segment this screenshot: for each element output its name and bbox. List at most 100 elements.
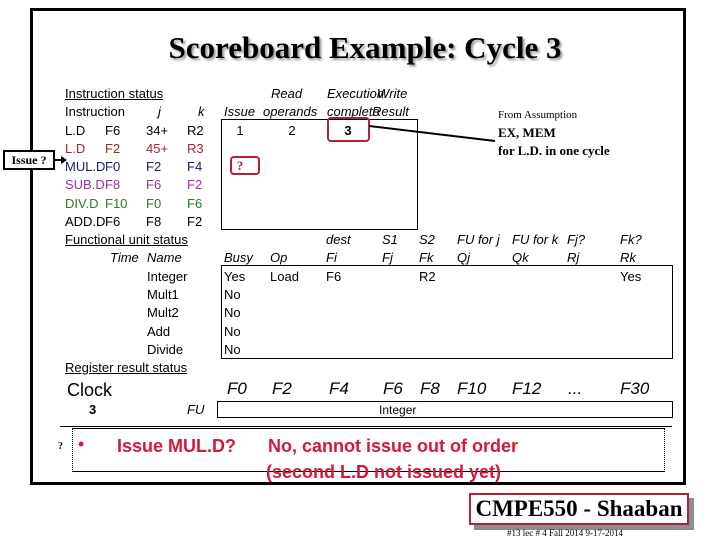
fu-status-heading: Functional unit status — [65, 232, 188, 247]
header-read-2: operands — [263, 104, 318, 119]
fu-header-busy: Busy — [224, 250, 253, 265]
instr-cell-j: 45+ — [146, 141, 169, 156]
instr-cell-op: L.D — [65, 123, 86, 138]
register-header: F12 — [512, 379, 542, 398]
fu-header-rk: Rk — [620, 250, 636, 265]
instr-cell-k: F6 — [187, 196, 203, 211]
register-header: F4 — [329, 379, 349, 398]
fu-header-fk-q: Fk? — [620, 232, 642, 247]
fu-header-fu-for-k: FU for k — [512, 232, 559, 247]
connector-line — [369, 125, 496, 142]
header-read-1: Read — [271, 86, 303, 101]
header-k: k — [198, 104, 205, 119]
instr-cell-j: 34+ — [146, 123, 169, 138]
instr-cell-dest: F6 — [105, 123, 121, 138]
instr-cell-j: F2 — [146, 159, 162, 174]
instr-cell-op: DIV.D — [65, 196, 99, 211]
instr-cell-dest: F0 — [105, 159, 121, 174]
fu-cell-busy: Yes — [224, 269, 246, 284]
header-write-2: Result — [372, 104, 409, 119]
instr-cell-dest: F6 — [105, 214, 121, 229]
header-issue: Issue — [224, 104, 256, 119]
instr-cell-j: F0 — [146, 196, 162, 211]
annotation-line-3: for L.D. in one cycle — [498, 143, 610, 158]
header-write-1: Write — [377, 86, 408, 101]
instr-cell-dest: F2 — [105, 141, 121, 156]
fu-cell-fi: F6 — [326, 269, 342, 284]
bullet-answer-line-2: (second L.D not issued yet) — [266, 462, 502, 482]
header-instruction: Instruction — [65, 104, 125, 119]
instr-cell-op: ADD.D — [65, 214, 106, 229]
course-badge: CMPE550 - Shaaban — [469, 493, 689, 525]
fu-cell-fk: R2 — [419, 269, 436, 284]
annotation-line-1: From Assumption — [498, 109, 578, 121]
instr-cell-issue: 1 — [236, 123, 244, 138]
register-header: F0 — [227, 379, 247, 398]
highlight-exec-complete — [327, 117, 370, 142]
fu-header-qj: Qj — [457, 250, 470, 265]
fu-cell-busy: No — [224, 342, 241, 357]
header-exec-1: Execution — [327, 86, 385, 101]
fu-cell-rk: Yes — [620, 269, 642, 284]
fu-cell-name: Integer — [147, 269, 188, 284]
instr-cell-op: MUL.D — [65, 159, 106, 174]
instr-cell-op: SUB.D — [65, 177, 105, 192]
clock-value: 3 — [89, 402, 97, 417]
bullet-dot-icon: • — [78, 434, 85, 454]
fu-cell-name: Divide — [147, 342, 184, 357]
register-status-heading: Register result status — [65, 360, 188, 375]
fu-row-label: FU — [187, 402, 205, 417]
instr-cell-k: R3 — [187, 141, 204, 156]
instr-cell-k: F2 — [187, 214, 203, 229]
register-value: Integer — [379, 403, 417, 417]
fu-header-fi: Fi — [326, 250, 337, 265]
register-fu-box — [217, 401, 673, 418]
register-header: F8 — [420, 379, 440, 398]
fu-header-fu-for-j: FU for j — [457, 232, 500, 247]
header-j: j — [158, 104, 161, 119]
bullet-marker-label: ? — [58, 441, 63, 452]
fu-header-fk: Fk — [419, 250, 434, 265]
instr-cell-dest: F10 — [105, 196, 128, 211]
fu-cell-op: Load — [270, 269, 299, 284]
fu-header-op: Op — [270, 250, 288, 265]
fu-cell-busy: No — [224, 287, 241, 302]
fu-header-s1: S1 — [382, 232, 398, 247]
issue-callout: Issue ? — [3, 150, 55, 170]
instr-cell-k: F2 — [187, 177, 203, 192]
fu-cell-name: Mult1 — [147, 287, 179, 302]
annotation-line-2: EX, MEM — [498, 125, 556, 140]
fu-cell-busy: No — [224, 305, 241, 320]
fu-header-s2: S2 — [419, 232, 435, 247]
register-header: F10 — [457, 379, 487, 398]
highlight-issue-question — [230, 156, 260, 175]
divider-line — [60, 426, 672, 427]
instr-cell-j: F6 — [146, 177, 162, 192]
register-header: F30 — [620, 379, 650, 398]
instr-cell-k: R2 — [187, 123, 204, 138]
fu-cell-name: Add — [147, 324, 171, 339]
fu-header-fj-q: Fj? — [567, 232, 586, 247]
instr-cell-j: F8 — [146, 214, 162, 229]
footer-meta: #13 lec # 4 Fall 2014 9-17-2014 — [507, 528, 623, 538]
bullet-answer-line-1: No, cannot issue out of order — [268, 436, 519, 456]
instruction-status-heading: Instruction status — [65, 86, 164, 101]
instr-cell-op: L.D — [65, 141, 86, 156]
fu-header-dest: dest — [326, 232, 351, 247]
fu-header-qk: Qk — [512, 250, 529, 265]
bullet-question: Issue MUL.D? — [117, 436, 237, 456]
fu-header-time: Time — [110, 250, 139, 265]
register-header: ... — [568, 379, 583, 398]
instr-cell-k: F4 — [187, 159, 203, 174]
fu-header-rj: Rj — [567, 250, 580, 265]
instr-cell-read: 2 — [288, 123, 296, 138]
slide-title: Scoreboard Example: Cycle 3 — [168, 30, 562, 65]
fu-header-name: Name — [147, 250, 182, 265]
fu-header-fj: Fj — [382, 250, 393, 265]
clock-label: Clock — [67, 380, 113, 400]
register-header: F2 — [272, 379, 292, 398]
instr-cell-dest: F8 — [105, 177, 121, 192]
fu-cell-busy: No — [224, 324, 241, 339]
register-header: F6 — [383, 379, 403, 398]
fu-cell-name: Mult2 — [147, 305, 179, 320]
